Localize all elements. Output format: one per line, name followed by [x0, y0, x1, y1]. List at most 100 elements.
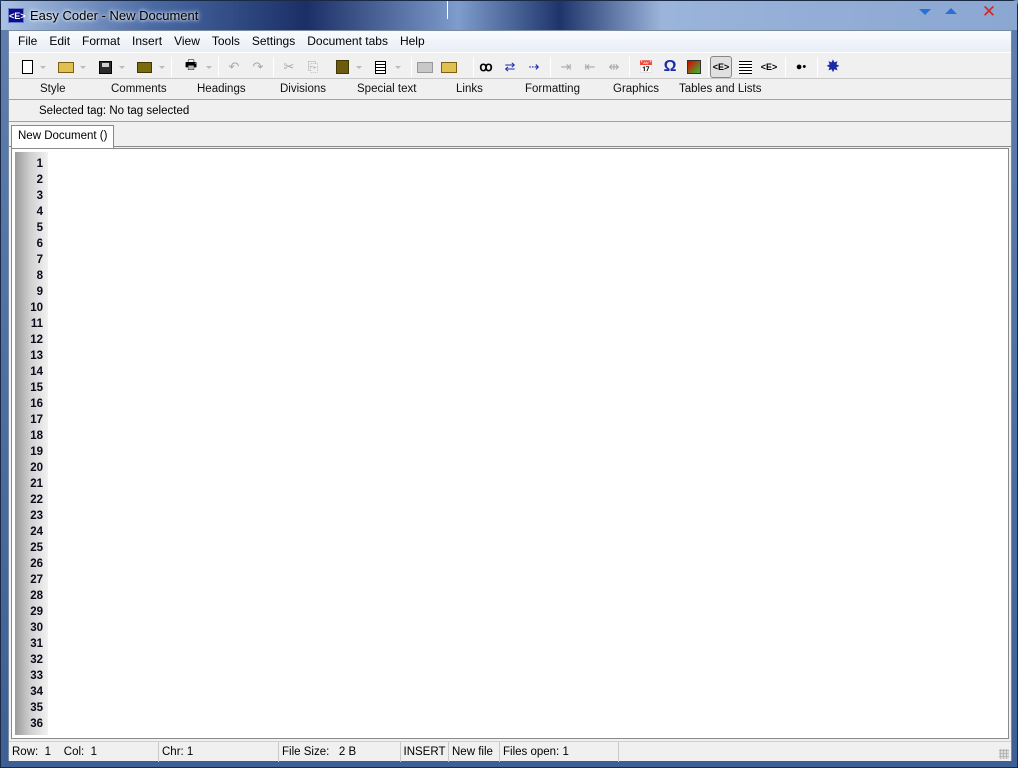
line-number: 16	[30, 398, 43, 410]
menu-settings[interactable]: Settings	[247, 31, 302, 51]
tag-category-divisions[interactable]: Divisions	[280, 83, 326, 95]
selected-tag-bar: Selected tag: No tag selected	[9, 101, 1011, 122]
paste-button[interactable]	[331, 56, 353, 78]
menu-edit[interactable]: Edit	[44, 31, 77, 51]
bullet-dots-icon: ●•	[795, 61, 807, 73]
tag-category-headings[interactable]: Headings	[197, 83, 246, 95]
block-indent-button[interactable]: ⇹	[603, 56, 625, 78]
print-button[interactable]: 🖶	[180, 56, 202, 78]
status-insert-mode: INSERT	[401, 742, 449, 762]
easy-coder-logo-icon[interactable]: <E>	[8, 8, 26, 23]
status-file-size: File Size: 2 B	[279, 742, 401, 762]
cut-button[interactable]: ✂	[278, 56, 300, 78]
document-tab-strip: New Document ()	[9, 123, 1011, 148]
line-number: 19	[30, 446, 43, 458]
new-document-dropdown[interactable]	[40, 66, 46, 69]
indent-icon: ⇥	[560, 59, 572, 74]
tab-new-document[interactable]: New Document ()	[11, 125, 115, 148]
color-swatch-icon	[687, 60, 701, 74]
line-number: 22	[30, 494, 43, 506]
burst-star-icon: ✸	[825, 57, 841, 76]
status-row-col: Row: 1 Col: 1	[9, 742, 159, 762]
bullet-toggle-button[interactable]: ●•	[790, 56, 812, 78]
menu-tools[interactable]: Tools	[207, 31, 247, 51]
line-number: 13	[30, 350, 43, 362]
save-to-server-button[interactable]	[133, 56, 155, 78]
line-number: 32	[30, 654, 43, 666]
line-number: 1	[36, 158, 43, 170]
minimize-icon	[919, 9, 931, 15]
calendar-clock-icon: 📅	[638, 60, 654, 74]
tag-category-formatting[interactable]: Formatting	[525, 83, 580, 95]
indent-button[interactable]: ⇥	[555, 56, 577, 78]
maximize-button[interactable]	[941, 4, 961, 20]
line-number: 29	[30, 606, 43, 618]
validate-button[interactable]: ✸	[822, 56, 844, 78]
find-next-icon: ⇢	[528, 59, 540, 74]
menu-view[interactable]: View	[169, 31, 207, 51]
menu-file[interactable]: File	[13, 31, 44, 51]
minimize-button[interactable]	[915, 4, 935, 20]
line-number: 7	[36, 254, 43, 266]
menu-document-tabs[interactable]: Document tabs	[302, 31, 395, 51]
line-number: 31	[30, 638, 43, 650]
tag-outline-button[interactable]: <E>	[758, 56, 780, 78]
special-characters-button[interactable]: Ω	[659, 56, 681, 78]
new-document-button[interactable]	[16, 56, 38, 78]
app-window: <E> Easy Coder - New Document ✕ File Edi…	[0, 0, 1018, 768]
line-number: 30	[30, 622, 43, 634]
toolbar-separator	[550, 57, 551, 77]
redo-button[interactable]: ↷	[247, 56, 269, 78]
print-dropdown[interactable]	[206, 66, 212, 69]
toolbar-separator	[473, 57, 474, 77]
status-chr: Chr: 1	[159, 742, 279, 762]
replace-button[interactable]: ⇄	[499, 56, 521, 78]
line-number: 18	[30, 430, 43, 442]
line-number: 12	[30, 334, 43, 346]
tag-brackets-icon: <E>	[712, 62, 730, 72]
tag-category-graphics[interactable]: Graphics	[613, 83, 659, 95]
outline-view-button[interactable]	[734, 56, 756, 78]
line-number: 36	[30, 718, 43, 730]
save-button[interactable]	[94, 56, 116, 78]
save-to-server-dropdown[interactable]	[159, 66, 165, 69]
color-picker-button[interactable]	[683, 56, 705, 78]
menu-help[interactable]: Help	[395, 31, 432, 51]
document-list-button[interactable]	[369, 56, 391, 78]
maximize-icon	[945, 8, 957, 14]
title-bar[interactable]: <E> Easy Coder - New Document ✕	[1, 1, 1017, 30]
find-next-button[interactable]: ⇢	[523, 56, 545, 78]
close-button[interactable]: ✕	[979, 3, 999, 20]
document-list-dropdown[interactable]	[395, 66, 401, 69]
upload-folder-icon	[136, 61, 152, 73]
save-dropdown[interactable]	[119, 66, 125, 69]
omega-icon: Ω	[663, 58, 677, 75]
outdent-button[interactable]: ⇤	[579, 56, 601, 78]
line-number: 23	[30, 510, 43, 522]
paste-dropdown[interactable]	[356, 66, 362, 69]
insert-date-button[interactable]: 📅	[635, 56, 657, 78]
line-number: 20	[30, 462, 43, 474]
toolbar-separator	[411, 57, 412, 77]
resize-grip-icon[interactable]	[999, 749, 1009, 759]
menu-format[interactable]: Format	[77, 31, 127, 51]
editor-text-area[interactable]	[52, 152, 1005, 735]
copy-button[interactable]: ⎘	[302, 56, 324, 78]
tag-category-special-text[interactable]: Special text	[357, 83, 416, 95]
tag-category-comments[interactable]: Comments	[111, 83, 167, 95]
line-number: 26	[30, 558, 43, 570]
open-button[interactable]	[55, 56, 77, 78]
import-button[interactable]	[414, 56, 436, 78]
folder-import-icon	[417, 61, 433, 73]
open-dropdown[interactable]	[80, 66, 86, 69]
tag-mode-button[interactable]: <E>	[710, 56, 732, 78]
tag-category-links[interactable]: Links	[456, 83, 483, 95]
tag-category-style[interactable]: Style	[40, 83, 66, 95]
line-number: 24	[30, 526, 43, 538]
undo-button[interactable]: ↶	[223, 56, 245, 78]
tag-category-tables-and-lists[interactable]: Tables and Lists	[679, 83, 761, 95]
window-title: Easy Coder - New Document	[30, 8, 199, 23]
menu-insert[interactable]: Insert	[127, 31, 169, 51]
export-button[interactable]	[438, 56, 460, 78]
find-button[interactable]: ꝏ	[475, 56, 497, 78]
